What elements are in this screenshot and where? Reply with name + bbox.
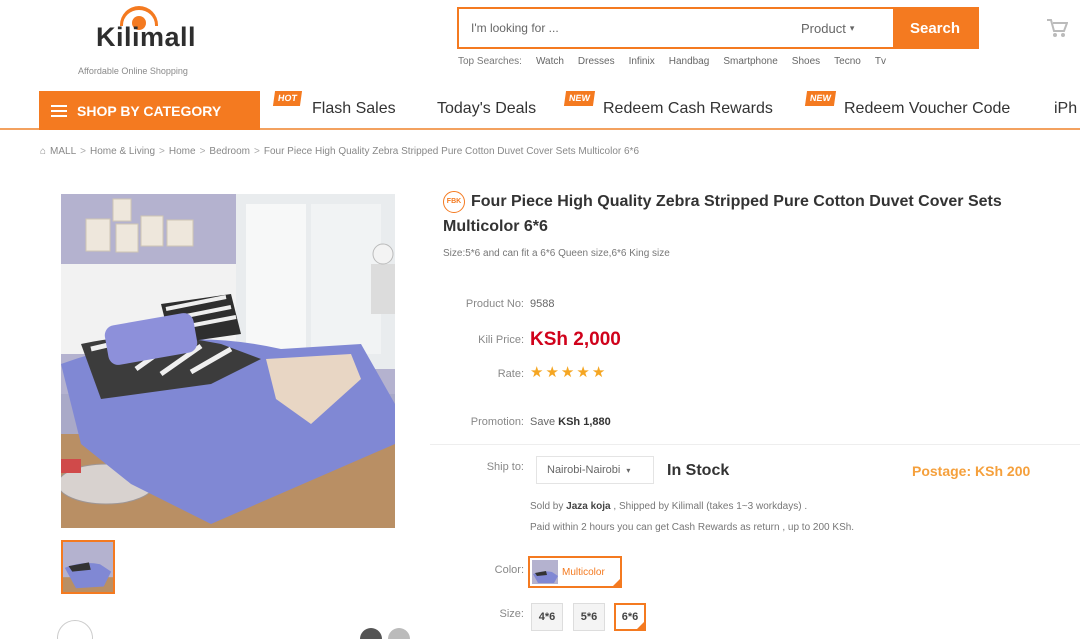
ship-to-value: Nairobi-Nairobi (547, 464, 621, 476)
breadcrumb-link[interactable]: MALL (50, 146, 76, 157)
search-category-label: Product (801, 20, 846, 36)
top-search-link[interactable]: Shoes (792, 56, 820, 67)
product-thumbnail[interactable] (61, 540, 115, 594)
logo-tagline: Affordable Online Shopping (78, 66, 188, 76)
product-no-label: Product No: (465, 298, 524, 310)
product-title-row: FBK Four Piece High Quality Zebra Strippe… (443, 189, 1053, 239)
heart-icon[interactable] (57, 620, 93, 639)
nav-link-label: Flash Sales (312, 100, 396, 117)
nav-link-label: iPh (1054, 100, 1078, 117)
star-icon: ★ (591, 364, 606, 381)
breadcrumb-link[interactable]: Home (169, 146, 196, 157)
search-input[interactable] (459, 9, 801, 47)
sold-by-suffix: , Shipped by Kilimall (takes 1~3 workday… (613, 501, 808, 512)
nav-link-label: Today's Deals (437, 100, 537, 117)
chevron-down-icon: ▾ (849, 22, 855, 33)
star-icon: ★ (560, 364, 575, 381)
cart-icon[interactable] (1046, 18, 1068, 38)
search-button[interactable]: Search (893, 9, 977, 47)
sold-by-prefix: Sold by (530, 501, 564, 512)
breadcrumb: ⌂ MALL > Home & Living > Home > Bedroom … (40, 146, 639, 157)
star-icon: ★ (530, 364, 544, 381)
product-price: KSh 2,000 (530, 329, 621, 350)
main-nav: SHOP BY CATEGORY HOT Flash Sales Today's… (0, 88, 1080, 130)
nav-flash-sales[interactable]: HOT Flash Sales (272, 91, 396, 118)
breadcrumb-separator: > (159, 146, 165, 157)
nav-link-label: Redeem Voucher Code (844, 100, 1011, 117)
star-icon: ★ (545, 364, 559, 381)
breadcrumb-separator: > (254, 146, 260, 157)
selected-corner-icon (636, 621, 645, 630)
nav-iphone[interactable]: iPh (1054, 100, 1077, 118)
nav-redeem-voucher-code[interactable]: NEW Redeem Voucher Code (804, 91, 1011, 118)
fbk-badge-icon: FBK (443, 190, 465, 213)
product-no-value: 9588 (530, 298, 555, 310)
ship-to-label: Ship to: (486, 461, 524, 473)
price-label: Kili Price: (478, 334, 524, 346)
breadcrumb-separator: > (199, 146, 206, 157)
share-icon[interactable] (388, 628, 410, 639)
new-badge: NEW (563, 91, 596, 106)
selected-corner-icon (612, 578, 621, 587)
hot-badge: HOT (272, 91, 303, 106)
color-label: Color: (494, 564, 524, 576)
chevron-down-icon: ▾ (626, 465, 631, 475)
size-label: Size: (499, 608, 524, 620)
size-option-selected[interactable]: 6*6 (614, 603, 646, 631)
top-search-link[interactable]: Tv (875, 56, 886, 67)
product-subtitle: Size:5*6 and can fit a 6*6 Queen size,6*… (443, 248, 670, 259)
size-option[interactable]: 4*6 (531, 603, 563, 631)
promotion-amount: KSh 1,880 (558, 416, 611, 428)
top-search-link[interactable]: Watch (536, 56, 564, 67)
size-option[interactable]: 5*6 (573, 603, 605, 631)
new-badge: NEW (804, 91, 837, 106)
divider (430, 444, 1080, 445)
breadcrumb-separator: > (80, 146, 87, 157)
color-option-multicolor[interactable]: Multicolor (528, 556, 622, 588)
star-icon: ★ (576, 364, 590, 381)
sold-by-line: Sold by Jaza koja , Shipped by Kilimall … (530, 501, 807, 512)
top-search-link[interactable]: Smartphone (723, 56, 777, 67)
top-searches-label: Top Searches: (458, 56, 522, 67)
product-title: Four Piece High Quality Zebra Stripped P… (443, 193, 1002, 235)
search-category-select[interactable]: Product ▾ (801, 9, 893, 47)
top-searches: Top Searches: Watch Dresses Infinix Hand… (458, 56, 886, 67)
product-main-image[interactable] (61, 194, 395, 528)
home-icon: ⌂ (40, 146, 47, 157)
top-search-link[interactable]: Tecno (834, 56, 861, 67)
breadcrumb-current: Four Piece High Quality Zebra Stripped P… (263, 146, 640, 157)
menu-icon (51, 104, 67, 117)
breadcrumb-link[interactable]: Home & Living (90, 146, 155, 157)
nav-todays-deals[interactable]: Today's Deals (437, 100, 536, 118)
kilimall-logo[interactable]: Kilimall Affordable Online Shopping (78, 4, 228, 80)
top-search-link[interactable]: Dresses (578, 56, 615, 67)
rating-stars: ★ ★ ★ ★ ★ (530, 365, 605, 381)
ship-to-select[interactable]: Nairobi-Nairobi ▾ (536, 456, 654, 484)
color-swatch-image (532, 560, 558, 584)
promotion-text: Save (530, 416, 556, 428)
shop-by-category-button[interactable]: SHOP BY CATEGORY (39, 91, 260, 130)
search-bar: Product ▾ Search (457, 7, 979, 49)
breadcrumb-link[interactable]: Bedroom (209, 146, 250, 157)
promotion-label: Promotion: (470, 416, 524, 428)
top-search-link[interactable]: Handbag (669, 56, 710, 67)
seller-link[interactable]: Jaza koja (566, 501, 610, 512)
stock-status: In Stock (667, 462, 730, 479)
postage-fee: Postage: KSh 200 (912, 463, 1031, 479)
nav-redeem-cash-rewards[interactable]: NEW Redeem Cash Rewards (563, 91, 773, 118)
facebook-icon[interactable] (360, 628, 382, 639)
top-search-link[interactable]: Infinix (629, 56, 655, 67)
cash-rewards-note: Paid within 2 hours you can get Cash Rew… (530, 522, 855, 533)
logo-text: Kilimall (96, 22, 197, 52)
nav-link-label: Redeem Cash Rewards (603, 100, 773, 117)
promotion-value: Save KSh 1,880 (530, 416, 611, 428)
shop-by-category-label: SHOP BY CATEGORY (77, 102, 222, 119)
rate-label: Rate: (497, 368, 524, 380)
color-option-label: Multicolor (562, 566, 605, 578)
